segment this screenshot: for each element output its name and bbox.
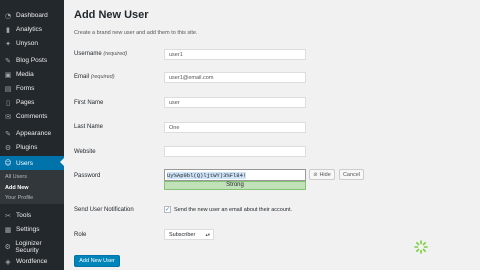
cancel-password-button[interactable]: Cancel [339, 169, 364, 180]
required-hint: (required) [103, 51, 128, 57]
sidebar-item-appearance[interactable]: ✎ Appearance [0, 128, 64, 139]
required-hint: (required) [90, 74, 115, 80]
username-label: Username (required) [74, 51, 127, 57]
sidebar-item-analytics[interactable]: ▮ Analytics [0, 24, 64, 35]
sidebar-item-label: Plugins [16, 144, 38, 151]
main-content: Add New User Create a brand new user and… [64, 0, 480, 270]
sidebar-item-label: Unyson [16, 40, 39, 47]
page-title: Add New User [74, 9, 149, 21]
sidebar-item-forms[interactable]: ▤ Forms [0, 83, 64, 94]
first-name-label: First Name [74, 100, 104, 106]
username-input[interactable]: user1 [164, 49, 306, 60]
forms-icon: ▤ [4, 84, 12, 93]
select-arrows-icon: ▴▾ [205, 231, 210, 237]
plugins-icon: ⚙ [4, 143, 12, 152]
sidebar-item-blog-posts[interactable]: ✎ Blog Posts [0, 55, 64, 66]
role-select[interactable]: Subscriber ▴▾ [164, 229, 214, 240]
eye-slash-icon: ⊘ [313, 171, 318, 178]
email-input[interactable]: user1@email.com [164, 72, 306, 83]
sidebar-item-comments[interactable]: ✉ Comments [0, 111, 64, 122]
analytics-icon: ▮ [6, 25, 10, 34]
sidebar-item-label: Media [16, 71, 34, 78]
comments-icon: ✉ [5, 112, 11, 121]
admin-sidebar: ◔ Dashboard ▮ Analytics ✦ Unyson ✎ Blog Post… [0, 0, 64, 270]
username-label-text: Username [74, 51, 102, 57]
sidebar-item-tools[interactable]: ✂ Tools [0, 210, 64, 221]
appearance-icon: ✎ [5, 129, 11, 138]
unyson-icon: ✦ [5, 39, 11, 48]
tools-icon: ✂ [5, 211, 11, 220]
sidebar-item-users[interactable]: ☺ Users [0, 156, 64, 170]
pages-icon: ▯ [6, 98, 10, 107]
sidebar-item-unyson[interactable]: ✦ Unyson [0, 38, 64, 49]
notification-checkbox-label[interactable]: Send the new user an email about their a… [174, 207, 292, 213]
website-input[interactable] [164, 146, 306, 157]
password-input[interactable]: Uy%Ap9bl(Q)ljtWY)3%Fl84! [164, 169, 306, 181]
sidebar-item-settings[interactable]: ▦ Settings [0, 224, 64, 235]
wordfence-icon: ◈ [5, 257, 11, 266]
sidebar-item-pages[interactable]: ▯ Pages [0, 97, 64, 108]
loading-spinner-icon [414, 240, 428, 254]
sidebar-item-label: Dashboard [16, 12, 48, 19]
role-label: Role [74, 232, 87, 238]
add-new-user-button[interactable]: Add New User [74, 255, 120, 267]
sidebar-item-label: Forms [16, 85, 35, 92]
sidebar-item-label: Wordfence [16, 258, 48, 265]
sidebar-item-loginizer-security[interactable]: ⚙ Loginizer Security [0, 239, 64, 254]
sidebar-item-wordfence[interactable]: ◈ Wordfence [0, 256, 64, 267]
password-value: Uy%Ap9bl(Q)ljtWY)3%Fl84! [167, 171, 247, 179]
last-name-label: Last Name [74, 124, 104, 130]
users-icon: ☺ [4, 159, 12, 167]
sidebar-item-label: Settings [16, 226, 40, 233]
sidebar-item-plugins[interactable]: ⚙ Plugins [0, 142, 64, 153]
hide-password-button[interactable]: ⊘ Hide [309, 169, 335, 180]
first-name-input[interactable]: user [164, 97, 306, 108]
sidebar-item-label: Tools [16, 212, 32, 219]
pin-icon: ✎ [5, 56, 11, 65]
last-name-input[interactable]: One [164, 122, 306, 133]
sidebar-item-label: Analytics [16, 26, 43, 33]
loginizer-icon: ⚙ [4, 242, 11, 251]
role-selected-value: Subscriber [169, 231, 196, 238]
password-label: Password [74, 173, 101, 179]
sidebar-item-media[interactable]: ▣ Media [0, 69, 64, 80]
website-label: Website [74, 149, 96, 155]
page-description: Create a brand new user and add them to … [74, 30, 198, 36]
submenu-your-profile[interactable]: Your Profile [5, 195, 33, 201]
sidebar-item-label: Comments [16, 113, 48, 120]
notification-label: Send User Notification [74, 207, 134, 213]
checkmark-icon: ✓ [164, 206, 171, 213]
submenu-add-new[interactable]: Add New [5, 185, 29, 191]
submenu-all-users[interactable]: All Users [5, 174, 27, 180]
sidebar-item-label: Appearance [16, 130, 52, 137]
sidebar-item-label: Blog Posts [16, 57, 48, 64]
dashboard-icon: ◔ [4, 11, 12, 20]
media-icon: ▣ [4, 70, 12, 79]
sidebar-item-label: Pages [16, 99, 35, 106]
send-notification-checkbox[interactable]: ✓ [164, 206, 171, 213]
sidebar-item-dashboard[interactable]: ◔ Dashboard [0, 10, 64, 21]
users-submenu: All Users Add New Your Profile [0, 170, 64, 204]
sidebar-item-label: Loginizer Security [15, 239, 42, 254]
settings-icon: ▦ [4, 225, 12, 234]
hide-label: Hide [319, 171, 331, 178]
email-label: Email (required) [74, 74, 115, 80]
email-label-text: Email [74, 74, 90, 80]
sidebar-item-label: Users [16, 159, 33, 167]
password-strength-meter: Strong [164, 181, 306, 190]
